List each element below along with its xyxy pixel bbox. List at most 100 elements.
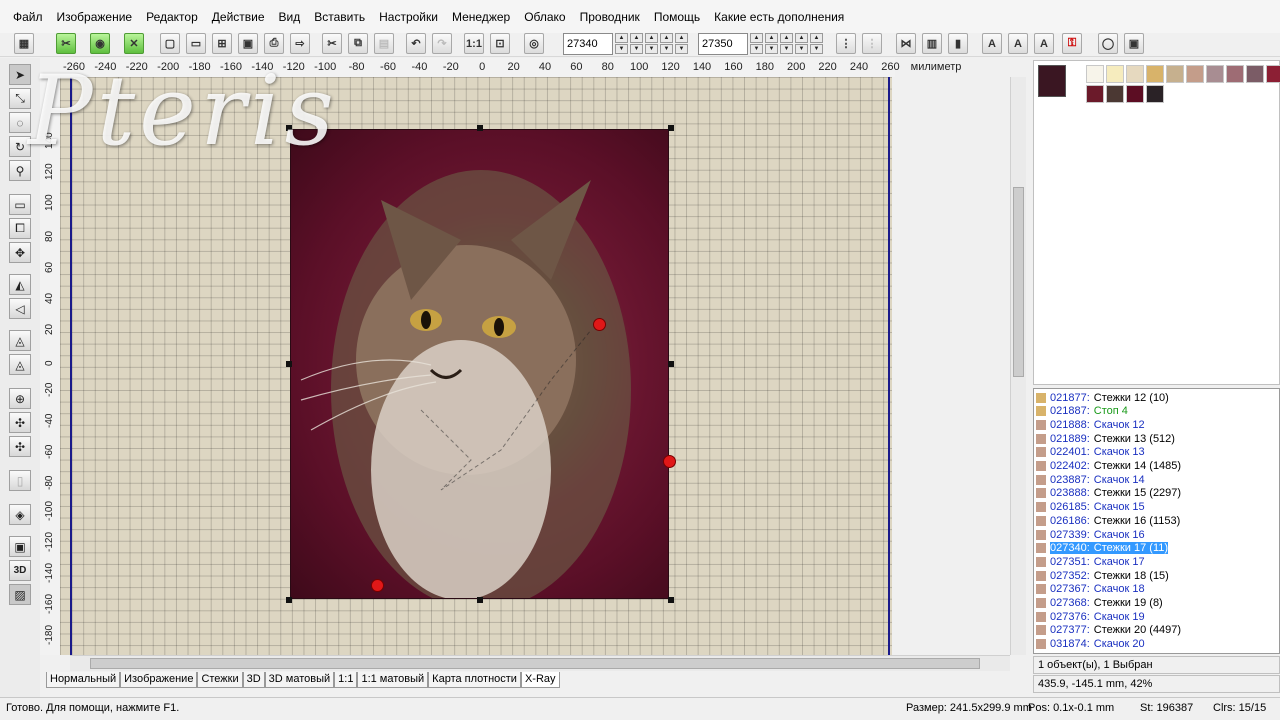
start-up4-icon[interactable]: ▲: [660, 33, 673, 43]
zoom-fit-icon[interactable]: ⊡: [490, 33, 510, 54]
scroll-thumb[interactable]: [1013, 187, 1024, 377]
color-swatch[interactable]: [1126, 85, 1144, 103]
end-up-icon[interactable]: ▲: [750, 33, 763, 43]
stitch-list-item[interactable]: 027339: Скачок 16: [1036, 528, 1145, 541]
color-swatch[interactable]: [1206, 65, 1224, 83]
new-file-icon[interactable]: ▢: [160, 33, 180, 54]
color-swatch[interactable]: [1226, 65, 1244, 83]
stitch-list-item[interactable]: 027377: Стежки 20 (4497): [1036, 624, 1181, 637]
stitch-step2-icon[interactable]: ⋮: [862, 33, 882, 54]
export-icon[interactable]: ⇨: [290, 33, 310, 54]
end-up3-icon[interactable]: ▲: [780, 33, 793, 43]
stitch-list-item[interactable]: 026186: Стежки 16 (1153): [1036, 514, 1180, 527]
view-tab[interactable]: Нормальный: [46, 672, 121, 688]
hoop-save-icon[interactable]: ▣: [1124, 33, 1144, 54]
color-swatch[interactable]: [1106, 65, 1124, 83]
3d-view-icon[interactable]: 3D: [9, 560, 31, 581]
end-down4-icon[interactable]: ▼: [795, 44, 808, 54]
start-down4-icon[interactable]: ▼: [660, 44, 673, 54]
wizard-icon[interactable]: ▦: [14, 33, 34, 54]
redo-icon[interactable]: ↷: [432, 33, 452, 54]
menu-item[interactable]: Файл: [6, 10, 50, 24]
stitch-list-item[interactable]: 027367: Скачок 18: [1036, 583, 1145, 596]
view-tab[interactable]: 3D матовый: [264, 672, 335, 688]
color-swatch[interactable]: [1166, 65, 1184, 83]
graph-icon[interactable]: ▥: [922, 33, 942, 54]
stitch-list-item[interactable]: 023887: Скачок 14: [1036, 473, 1145, 486]
stitch-list-item[interactable]: 021889: Стежки 13 (512): [1036, 432, 1175, 445]
resize-handle[interactable]: [668, 597, 674, 603]
center-v-icon[interactable]: ✣: [9, 436, 31, 457]
photo-view-icon[interactable]: ▨: [9, 584, 31, 605]
print-icon[interactable]: ⎙: [264, 33, 284, 54]
color-swatch[interactable]: [1106, 85, 1124, 103]
stitch-list-item[interactable]: 022401: Скачок 13: [1036, 446, 1145, 459]
flat-view-icon[interactable]: ▣: [9, 536, 31, 557]
stitch-list-item[interactable]: 021877: Стежки 12 (10): [1036, 391, 1169, 404]
resize-handle[interactable]: [286, 361, 292, 367]
stitch-list-item[interactable]: 027340: Стежки 17 (11): [1036, 542, 1169, 555]
text-ab-icon[interactable]: A: [1034, 33, 1054, 54]
menu-item[interactable]: Действие: [205, 10, 272, 24]
menu-item[interactable]: Какие есть дополнения: [707, 10, 851, 24]
start-down3-icon[interactable]: ▼: [645, 44, 658, 54]
save-icon[interactable]: ▣: [238, 33, 258, 54]
layer-icon[interactable]: ◈: [9, 504, 31, 525]
stitch-list-item[interactable]: 027352: Стежки 18 (15): [1036, 569, 1169, 582]
crop-icon[interactable]: ⧠: [9, 218, 31, 239]
start-down5-icon[interactable]: ▼: [675, 44, 688, 54]
stitch-list[interactable]: 021877: Стежки 12 (10) 021887: Стоп 4 021888…: [1033, 388, 1280, 654]
menu-item[interactable]: Настройки: [372, 10, 445, 24]
canvas-horizontal-scrollbar[interactable]: [70, 655, 1010, 671]
end-down3-icon[interactable]: ▼: [780, 44, 793, 54]
view-tab[interactable]: Карта плотности: [428, 672, 521, 688]
stitch-list-item[interactable]: 031874: Скачок 20: [1036, 638, 1145, 651]
open-file-icon[interactable]: ▭: [186, 33, 206, 54]
stitch-list-item[interactable]: 027368: Стежки 19 (8): [1036, 597, 1163, 610]
menu-item[interactable]: Вставить: [307, 10, 372, 24]
view-tab[interactable]: Стежки: [197, 672, 243, 688]
import-icon[interactable]: ⊞: [212, 33, 232, 54]
color-swatch[interactable]: [1146, 65, 1164, 83]
resize-handle[interactable]: [477, 125, 483, 131]
view-tab[interactable]: 1:1 матовый: [357, 672, 429, 688]
start-up5-icon[interactable]: ▲: [675, 33, 688, 43]
color-swatch[interactable]: [1146, 85, 1164, 103]
menu-item[interactable]: Редактор: [139, 10, 205, 24]
end-down5-icon[interactable]: ▼: [810, 44, 823, 54]
view-tab[interactable]: X-Ray: [520, 672, 560, 688]
menu-item[interactable]: Вид: [272, 10, 308, 24]
stitch-list-item[interactable]: 023888: Стежки 15 (2297): [1036, 487, 1181, 500]
stitch-end-field[interactable]: [698, 33, 748, 55]
stitch-step-icon[interactable]: ⋮: [836, 33, 856, 54]
align-icon[interactable]: ◬: [9, 330, 31, 351]
undo-icon[interactable]: ↶: [406, 33, 426, 54]
menu-item[interactable]: Изображение: [50, 10, 140, 24]
stop-icon[interactable]: ◎: [524, 33, 544, 54]
stitch-start-field[interactable]: [563, 33, 613, 55]
cross-stitch-icon[interactable]: ✕: [124, 33, 144, 54]
align2-icon[interactable]: ◬: [9, 354, 31, 375]
color-swatch[interactable]: [1266, 65, 1280, 83]
menu-item[interactable]: Помощь: [647, 10, 707, 24]
photo-stitch-icon[interactable]: ◉: [90, 33, 110, 54]
end-up4-icon[interactable]: ▲: [795, 33, 808, 43]
menu-item[interactable]: Проводник: [573, 10, 647, 24]
text-a-icon[interactable]: A: [982, 33, 1002, 54]
center-h-icon[interactable]: ✣: [9, 412, 31, 433]
view-tab[interactable]: 3D: [242, 672, 265, 688]
canvas-vertical-scrollbar[interactable]: [1010, 77, 1026, 655]
view-tab[interactable]: 1:1: [334, 672, 358, 688]
stitch-list-item[interactable]: 027351: Скачок 17: [1036, 555, 1145, 568]
start-down2-icon[interactable]: ▼: [630, 44, 643, 54]
end-up2-icon[interactable]: ▲: [765, 33, 778, 43]
resize-handle[interactable]: [477, 597, 483, 603]
stitch-list-item[interactable]: 022402: Стежки 14 (1485): [1036, 460, 1181, 473]
embroidery-design[interactable]: [290, 129, 669, 599]
cut-icon[interactable]: ✂: [322, 33, 342, 54]
start-up2-icon[interactable]: ▲: [630, 33, 643, 43]
view-tab[interactable]: Изображение: [120, 672, 198, 688]
start-up-icon[interactable]: ▲: [615, 33, 628, 43]
end-up5-icon[interactable]: ▲: [810, 33, 823, 43]
end-down-icon[interactable]: ▼: [750, 44, 763, 54]
